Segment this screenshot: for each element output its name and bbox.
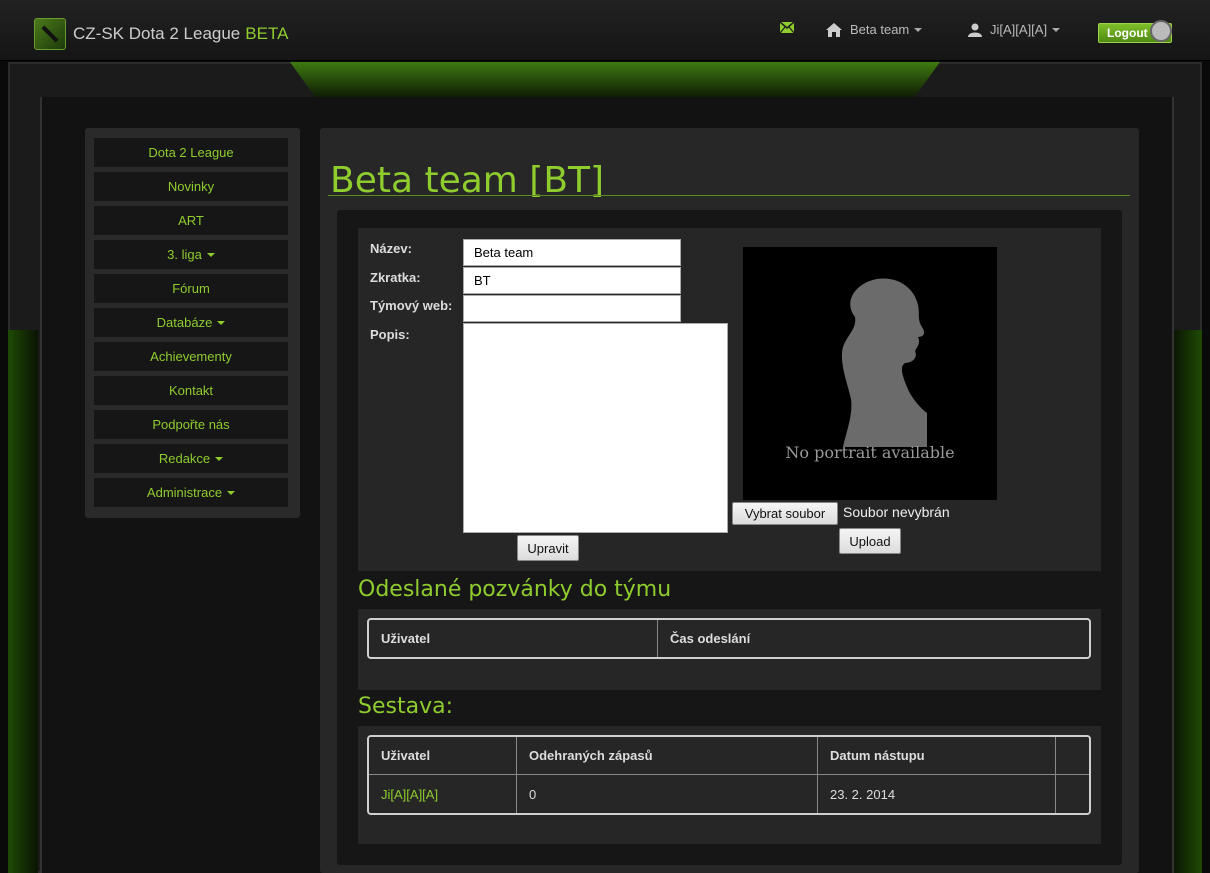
column-header-user: Uživatel (369, 737, 517, 774)
frame-glow-right (1172, 330, 1202, 873)
sidebar-item-achievementy[interactable]: Achievementy (93, 341, 289, 372)
sidebar-item-label: Achievementy (150, 349, 232, 364)
sidebar-item-label: Administrace (146, 485, 223, 500)
roster-user-link[interactable]: Ji[A][A][A] (381, 787, 438, 802)
user-menu-label: Ji[A][A][A] (990, 22, 1048, 37)
abbr-label: Zkratka: (370, 270, 421, 285)
team-description-field[interactable] (463, 323, 728, 533)
home-icon (826, 22, 842, 37)
sidebar-item-label: Databáze (156, 315, 213, 330)
team-web-field[interactable] (463, 295, 681, 322)
sidebar-item-label: Novinky (167, 179, 215, 194)
sidebar-item-forum[interactable]: Fórum (93, 273, 289, 304)
roster-user-cell: Ji[A][A][A] (369, 774, 517, 813)
brand-title: CZ-SK Dota 2 League (73, 24, 241, 43)
sidebar-item-redakce[interactable]: Redakce (93, 443, 289, 474)
name-label: Název: (370, 241, 412, 256)
sidebar-item-podporte-nas[interactable]: Podpořte nás (93, 409, 289, 440)
desc-label: Popis: (370, 327, 410, 342)
top-navbar: CZ-SK Dota 2 League BETA Beta team Ji[A]… (0, 0, 1210, 61)
no-file-selected-text: Soubor nevybrán (843, 504, 950, 520)
table-header-row: Uživatel Odehraných zápasů Datum nástupu (369, 737, 1089, 774)
sidebar-item-label: 3. liga (167, 247, 202, 262)
brand[interactable]: CZ-SK Dota 2 League BETA (34, 18, 288, 50)
sidebar-item-label: Podpořte nás (152, 417, 230, 432)
chevron-down-icon (215, 456, 224, 461)
roster-table: Uživatel Odehraných zápasů Datum nástupu… (367, 735, 1091, 815)
choose-file-button[interactable]: Vybrat soubor (732, 502, 838, 525)
sidebar-item-label: Redakce (158, 451, 211, 466)
team-menu-label: Beta team (850, 22, 910, 37)
invites-table: Uživatel Čas odeslání (367, 618, 1091, 659)
chevron-down-icon (227, 490, 236, 495)
update-button[interactable]: Upravit (517, 535, 579, 561)
table-header-row: Uživatel Čas odeslání (369, 620, 1089, 657)
roster-section-title: Sestava: (358, 694, 453, 719)
frame-glow-left (8, 330, 38, 873)
chevron-down-icon (217, 320, 226, 325)
sidebar-item-databaze[interactable]: Databáze (93, 307, 289, 338)
team-menu[interactable]: Beta team (826, 22, 923, 37)
envelope-icon (780, 22, 794, 33)
roster-matches-cell: 0 (517, 774, 818, 813)
logout-label: Logout (1107, 26, 1148, 40)
sidebar-item-dota2-league[interactable]: Dota 2 League (93, 137, 289, 168)
column-header-matches: Odehraných zápasů (517, 737, 818, 774)
silhouette-icon (841, 278, 927, 447)
title-divider (328, 195, 1130, 196)
column-header-sent-time: Čas odeslání (670, 631, 751, 646)
chevron-down-icon (206, 252, 215, 257)
sidebar-item-label: Fórum (172, 281, 210, 296)
roster-joined-cell: 23. 2. 2014 (818, 774, 1056, 813)
dota-logo-icon (34, 18, 66, 50)
table-row: Ji[A][A][A] 0 23. 2. 2014 (369, 774, 1089, 813)
sidebar-item-kontakt[interactable]: Kontakt (93, 375, 289, 406)
sidebar-item-novinky[interactable]: Novinky (93, 171, 289, 202)
team-abbr-field[interactable]: BT (463, 267, 681, 294)
user-menu[interactable]: Ji[A][A][A] (968, 22, 1061, 37)
sidebar-item-label: Kontakt (168, 383, 214, 398)
team-portrait: No portrait available (743, 247, 997, 500)
web-label: Týmový web: (370, 298, 453, 313)
frame-accent (290, 62, 940, 98)
user-icon (968, 23, 982, 37)
column-header-user: Uživatel (369, 620, 658, 657)
sidebar-item-label: Dota 2 League (148, 145, 234, 160)
key-icon (1150, 20, 1172, 42)
brand-beta-label: BETA (245, 24, 289, 43)
no-portrait-text: No portrait available (785, 443, 955, 462)
sidebar-item-label: ART (178, 213, 204, 228)
sidebar-item-administrace[interactable]: Administrace (93, 477, 289, 508)
sidebar-item-3-liga[interactable]: 3. liga (93, 239, 289, 270)
column-header-joined: Datum nástupu (818, 737, 1056, 774)
column-header-actions (1056, 737, 1089, 774)
messages-link[interactable] (780, 22, 794, 33)
chevron-down-icon (1052, 27, 1061, 32)
roster-actions-cell (1056, 774, 1089, 813)
team-name-field[interactable]: Beta team (463, 239, 681, 266)
chevron-down-icon (914, 27, 923, 32)
upload-button[interactable]: Upload (839, 528, 901, 554)
invites-section-title: Odeslané pozvánky do týmu (358, 577, 672, 602)
sidebar-item-art[interactable]: ART (93, 205, 289, 236)
